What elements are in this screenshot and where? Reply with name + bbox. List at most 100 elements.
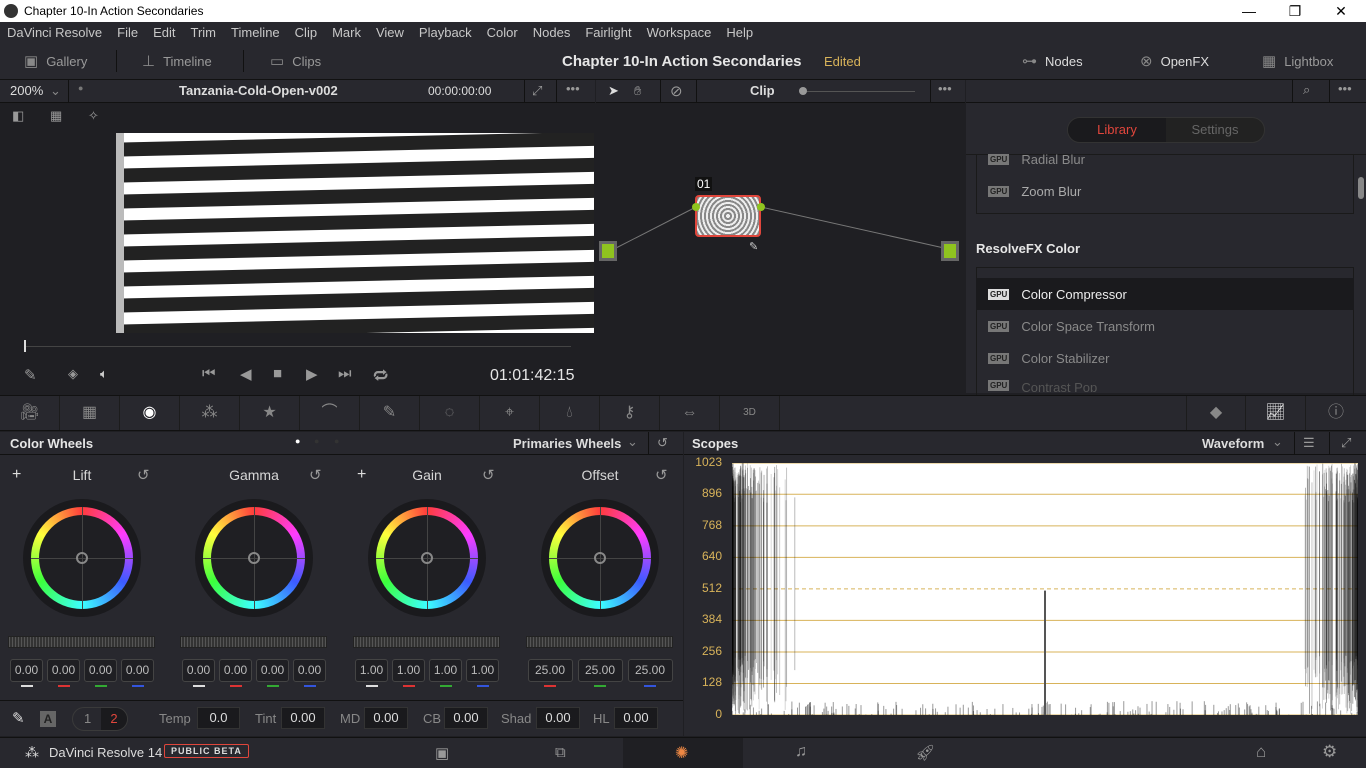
- page-dot[interactable]: ●: [314, 436, 319, 446]
- menu-help[interactable]: Help: [726, 25, 753, 40]
- wheel-value-field[interactable]: 0.00: [84, 659, 117, 682]
- color-wheels-icon[interactable]: ◉: [120, 396, 180, 430]
- window-icon[interactable]: ◌: [420, 396, 480, 430]
- adjust-tint-field[interactable]: 0.00: [281, 707, 325, 729]
- menu-timeline[interactable]: Timeline: [231, 25, 280, 40]
- source-timecode[interactable]: 00:00:00:00: [428, 84, 491, 98]
- reset-all-icon[interactable]: ↺: [657, 435, 668, 451]
- curves-icon[interactable]: ⌒: [300, 396, 360, 430]
- more-options-icon[interactable]: •••: [1338, 81, 1352, 96]
- lightbox-button[interactable]: ▦ Lightbox: [1262, 42, 1333, 80]
- volume-icon[interactable]: 🔈︎: [100, 366, 108, 382]
- sizing-icon[interactable]: ⇔: [660, 396, 720, 430]
- bypass-icon[interactable]: ⊘: [670, 82, 683, 100]
- fairlight-page-icon[interactable]: ♫: [795, 743, 807, 761]
- color-wheel-gamma[interactable]: [195, 499, 313, 617]
- gallery-button[interactable]: ▣ Gallery: [24, 42, 87, 80]
- wheel-value-field[interactable]: 1.00: [392, 659, 425, 682]
- list-item[interactable]: GPU Color Stabilizer: [976, 342, 1354, 374]
- menu-edit[interactable]: Edit: [153, 25, 175, 40]
- magic-wand-icon[interactable]: ✧: [88, 108, 99, 124]
- wheel-value-field[interactable]: 25.00: [577, 659, 623, 682]
- search-icon[interactable]: ⌕: [1303, 82, 1310, 98]
- node-01[interactable]: [695, 195, 761, 237]
- edit-page-icon[interactable]: ⧉: [555, 744, 566, 761]
- stills-icon[interactable]: ◆: [1186, 396, 1246, 430]
- 3d-icon[interactable]: 3D: [720, 396, 780, 430]
- menu-nodes[interactable]: Nodes: [533, 25, 571, 40]
- loop-icon[interactable]: 🔁︎: [373, 365, 388, 387]
- play-icon[interactable]: ▶: [306, 365, 318, 383]
- source-input-node[interactable]: [599, 241, 617, 261]
- wheel-value-field[interactable]: 0.00: [121, 659, 154, 682]
- pointer-icon[interactable]: ➤: [608, 83, 619, 99]
- wheel-handle[interactable]: [594, 552, 606, 564]
- menu-playback[interactable]: Playback: [419, 25, 472, 40]
- wheel-value-field[interactable]: 1.00: [466, 659, 499, 682]
- wheel-value-field[interactable]: 0.00: [10, 659, 43, 682]
- color-page-icon[interactable]: ✺: [675, 743, 688, 763]
- minimize-button[interactable]: —: [1226, 0, 1272, 22]
- jump-start-icon[interactable]: ⏮︎: [202, 365, 216, 382]
- list-item[interactable]: GPU Color Space Transform: [976, 310, 1354, 342]
- rgb-mixer-icon[interactable]: ⁂: [180, 396, 240, 430]
- master-wheel-slider[interactable]: [180, 636, 327, 648]
- key-icon[interactable]: ⚷: [600, 396, 660, 430]
- adjust-shad-field[interactable]: 0.00: [536, 707, 580, 729]
- list-item[interactable]: GPU Contrast Pop: [976, 374, 1354, 392]
- auto-balance-button[interactable]: A: [40, 711, 56, 727]
- node-mode-dropdown[interactable]: Clip: [750, 83, 775, 98]
- output-node[interactable]: [941, 241, 959, 261]
- list-item[interactable]: GPU Radial Blur: [976, 143, 1354, 175]
- wheel-value-field[interactable]: 25.00: [627, 659, 673, 682]
- menu-file[interactable]: File: [117, 25, 138, 40]
- wheels-mode-dropdown[interactable]: Primaries Wheels: [513, 436, 621, 451]
- color-match-icon[interactable]: ▦: [60, 396, 120, 430]
- deliver-page-icon[interactable]: 🚀︎: [915, 743, 935, 763]
- close-button[interactable]: ✕: [1318, 0, 1364, 22]
- adjust-temp-field[interactable]: 0.0: [197, 707, 240, 729]
- menu-clip[interactable]: Clip: [295, 25, 317, 40]
- menu-fairlight[interactable]: Fairlight: [585, 25, 631, 40]
- settings-gear-icon[interactable]: ⚙: [1322, 742, 1337, 762]
- wheel-value-field[interactable]: 0.00: [256, 659, 289, 682]
- node-zoom-slider[interactable]: [803, 91, 915, 92]
- wheel-handle[interactable]: [421, 552, 433, 564]
- reset-wheel-icon[interactable]: ↺: [655, 466, 668, 484]
- menu-color[interactable]: Color: [487, 25, 518, 40]
- grid-view-icon[interactable]: ▦: [50, 108, 62, 124]
- page-2-button[interactable]: 2: [101, 708, 127, 730]
- zoom-dropdown[interactable]: 200%: [10, 83, 43, 98]
- tab-settings[interactable]: Settings: [1166, 118, 1264, 142]
- wheel-handle[interactable]: [76, 552, 88, 564]
- wheel-value-field[interactable]: 0.00: [219, 659, 252, 682]
- motion-effects-icon[interactable]: ★: [240, 396, 300, 430]
- master-wheel-slider[interactable]: [353, 636, 500, 648]
- clips-button[interactable]: ▭ Clips: [270, 42, 321, 80]
- adjust-hl-field[interactable]: 0.00: [614, 707, 658, 729]
- reset-wheel-icon[interactable]: ↺: [137, 466, 150, 484]
- wheel-value-field[interactable]: 0.00: [182, 659, 215, 682]
- tab-library[interactable]: Library: [1068, 118, 1166, 142]
- menu-mark[interactable]: Mark: [332, 25, 361, 40]
- layers-icon[interactable]: ◈: [68, 366, 78, 382]
- master-wheel-slider[interactable]: [526, 636, 673, 648]
- scopes-icon[interactable]: 📈︎: [1246, 396, 1306, 430]
- menu-davinci[interactable]: DaVinci Resolve: [7, 25, 102, 40]
- expand-icon[interactable]: ⤢: [1341, 435, 1351, 451]
- master-wheel-slider[interactable]: [8, 636, 155, 648]
- reset-wheel-icon[interactable]: ↺: [309, 466, 322, 484]
- timeline-button[interactable]: ⊥ Timeline: [142, 42, 212, 80]
- info-icon[interactable]: ⓘ: [1306, 396, 1366, 430]
- page-dot[interactable]: ●: [334, 436, 339, 446]
- scrollbar[interactable]: [1358, 177, 1364, 199]
- step-back-icon[interactable]: ◀: [240, 365, 252, 383]
- picker-icon[interactable]: ✎: [12, 709, 25, 727]
- scrubber-track[interactable]: [25, 346, 571, 347]
- menu-trim[interactable]: Trim: [191, 25, 217, 40]
- playhead[interactable]: [24, 340, 26, 352]
- page-dot-active[interactable]: ●: [295, 436, 300, 446]
- stop-icon[interactable]: ■: [273, 365, 282, 382]
- wheel-value-field[interactable]: 25.00: [527, 659, 573, 682]
- clip-name-dropdown[interactable]: Tanzania-Cold-Open-v002: [179, 83, 338, 98]
